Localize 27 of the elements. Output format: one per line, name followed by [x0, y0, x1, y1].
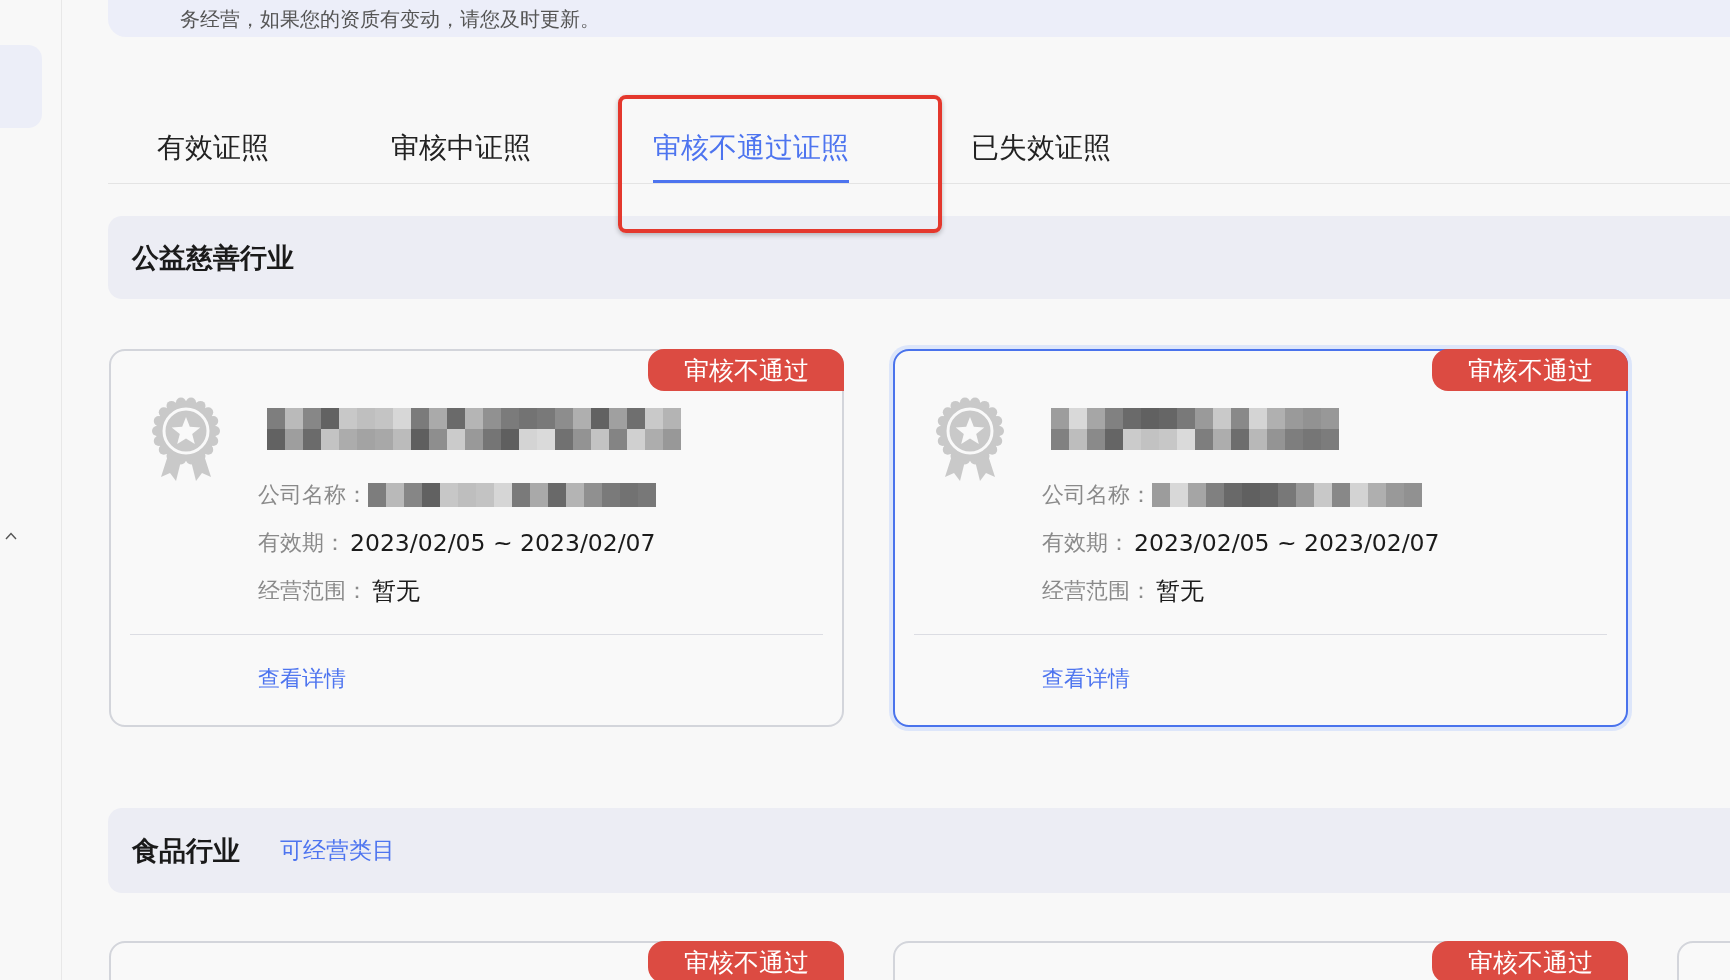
- section-title: 食品行业: [132, 833, 240, 868]
- field-label: 公司名称：: [1042, 481, 1152, 509]
- notice-text: 务经营，如果您的资质有变动，请您及时更新。: [180, 6, 600, 31]
- view-details-link[interactable]: 查看详情: [1042, 665, 1130, 693]
- status-badge: 审核不通过: [648, 941, 844, 980]
- field-label: 公司名称：: [258, 481, 368, 509]
- field-label: 有效期：: [1042, 529, 1130, 557]
- status-badge: 审核不通过: [648, 349, 844, 391]
- status-badge: 审核不通过: [1432, 349, 1628, 391]
- field-value: 2023/02/05 ~ 2023/02/07: [350, 529, 656, 557]
- view-details-link[interactable]: 查看详情: [258, 665, 346, 693]
- section-title: 公益慈善行业: [132, 240, 294, 275]
- medal-icon: [150, 397, 222, 481]
- tab[interactable]: 有效证照: [157, 37, 269, 183]
- field-value: 2023/02/05 ~ 2023/02/07: [1134, 529, 1440, 557]
- field-value: 暂无: [372, 576, 420, 607]
- field-label: 有效期：: [258, 529, 346, 557]
- chevron-up-icon[interactable]: [5, 532, 17, 540]
- category-link[interactable]: 可经营类目: [280, 835, 395, 866]
- tab[interactable]: 审核中证照: [391, 37, 531, 183]
- medal-icon: [934, 397, 1006, 481]
- status-badge: 审核不通过: [1432, 941, 1628, 980]
- field-label: 经营范围：: [1042, 577, 1152, 605]
- field-label: 经营范围：: [258, 577, 368, 605]
- field-value: 暂无: [1156, 576, 1204, 607]
- tab[interactable]: 审核不通过证照: [653, 37, 849, 183]
- tab[interactable]: 已失效证照: [971, 37, 1111, 183]
